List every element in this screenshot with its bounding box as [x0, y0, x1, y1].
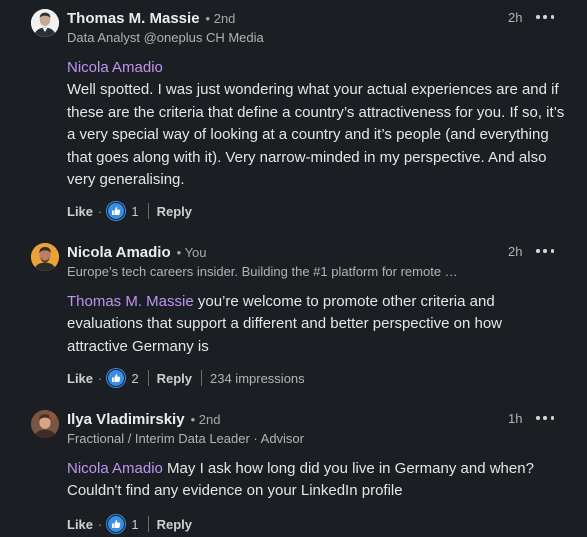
comment-text: Nicola Amadio Well spotted. I was just w…	[67, 57, 567, 191]
impressions-count[interactable]: 234 impressions	[210, 371, 305, 386]
timestamp: 2h	[508, 10, 523, 25]
author-name[interactable]: Thomas M. Massie	[67, 10, 200, 27]
avatar[interactable]	[31, 9, 59, 37]
mention-link[interactable]: Nicola Amadio	[67, 59, 163, 76]
like-button[interactable]: Like	[67, 371, 93, 386]
thumbs-up-icon[interactable]	[107, 515, 126, 533]
separator: ·	[98, 203, 103, 219]
thumbs-up-icon[interactable]	[107, 202, 126, 220]
more-options-icon[interactable]	[536, 11, 554, 23]
avatar-image-icon	[31, 410, 59, 438]
reaction-count[interactable]: 1	[131, 517, 138, 532]
divider	[201, 370, 202, 386]
separator: ·	[98, 370, 103, 386]
timestamp: 1h	[508, 411, 523, 426]
reply-button[interactable]: Reply	[157, 204, 192, 219]
timestamp: 2h	[508, 244, 523, 259]
divider	[147, 516, 149, 532]
reply-button[interactable]: Reply	[157, 517, 192, 532]
avatar-image-icon	[31, 243, 59, 271]
avatar[interactable]	[31, 410, 59, 438]
comment-text: Nicola Amadio May I ask how long did you…	[67, 458, 567, 503]
connection-degree: • You	[176, 245, 207, 260]
like-button[interactable]: Like	[67, 517, 93, 532]
thumbs-up-icon[interactable]	[107, 369, 126, 387]
author-name[interactable]: Ilya Vladimirskiy	[67, 411, 185, 428]
mention-link[interactable]: Nicola Amadio	[67, 460, 163, 477]
divider	[147, 370, 149, 386]
comment-body: Well spotted. I was just wondering what …	[67, 81, 565, 189]
author-headline: Europe’s tech careers insider. Building …	[67, 264, 458, 279]
mention-link[interactable]: Thomas M. Massie	[67, 293, 194, 310]
like-button[interactable]: Like	[67, 204, 93, 219]
separator: ·	[98, 516, 103, 532]
author-name[interactable]: Nicola Amadio	[67, 244, 171, 261]
reply-button[interactable]: Reply	[157, 371, 192, 386]
more-options-icon[interactable]	[536, 245, 554, 257]
author-headline: Data Analyst @oneplus CH Media	[67, 30, 264, 45]
avatar-image-icon	[31, 9, 59, 37]
connection-degree: • 2nd	[205, 11, 236, 26]
comment-text: Thomas M. Massie you’re welcome to promo…	[67, 291, 567, 358]
reaction-count[interactable]: 2	[131, 371, 138, 386]
author-headline: Fractional / Interim Data Leader · Advis…	[67, 431, 304, 446]
connection-degree: • 2nd	[190, 412, 221, 427]
divider	[147, 203, 149, 219]
reaction-count[interactable]: 1	[131, 204, 138, 219]
avatar[interactable]	[31, 243, 59, 271]
more-options-icon[interactable]	[536, 412, 554, 424]
